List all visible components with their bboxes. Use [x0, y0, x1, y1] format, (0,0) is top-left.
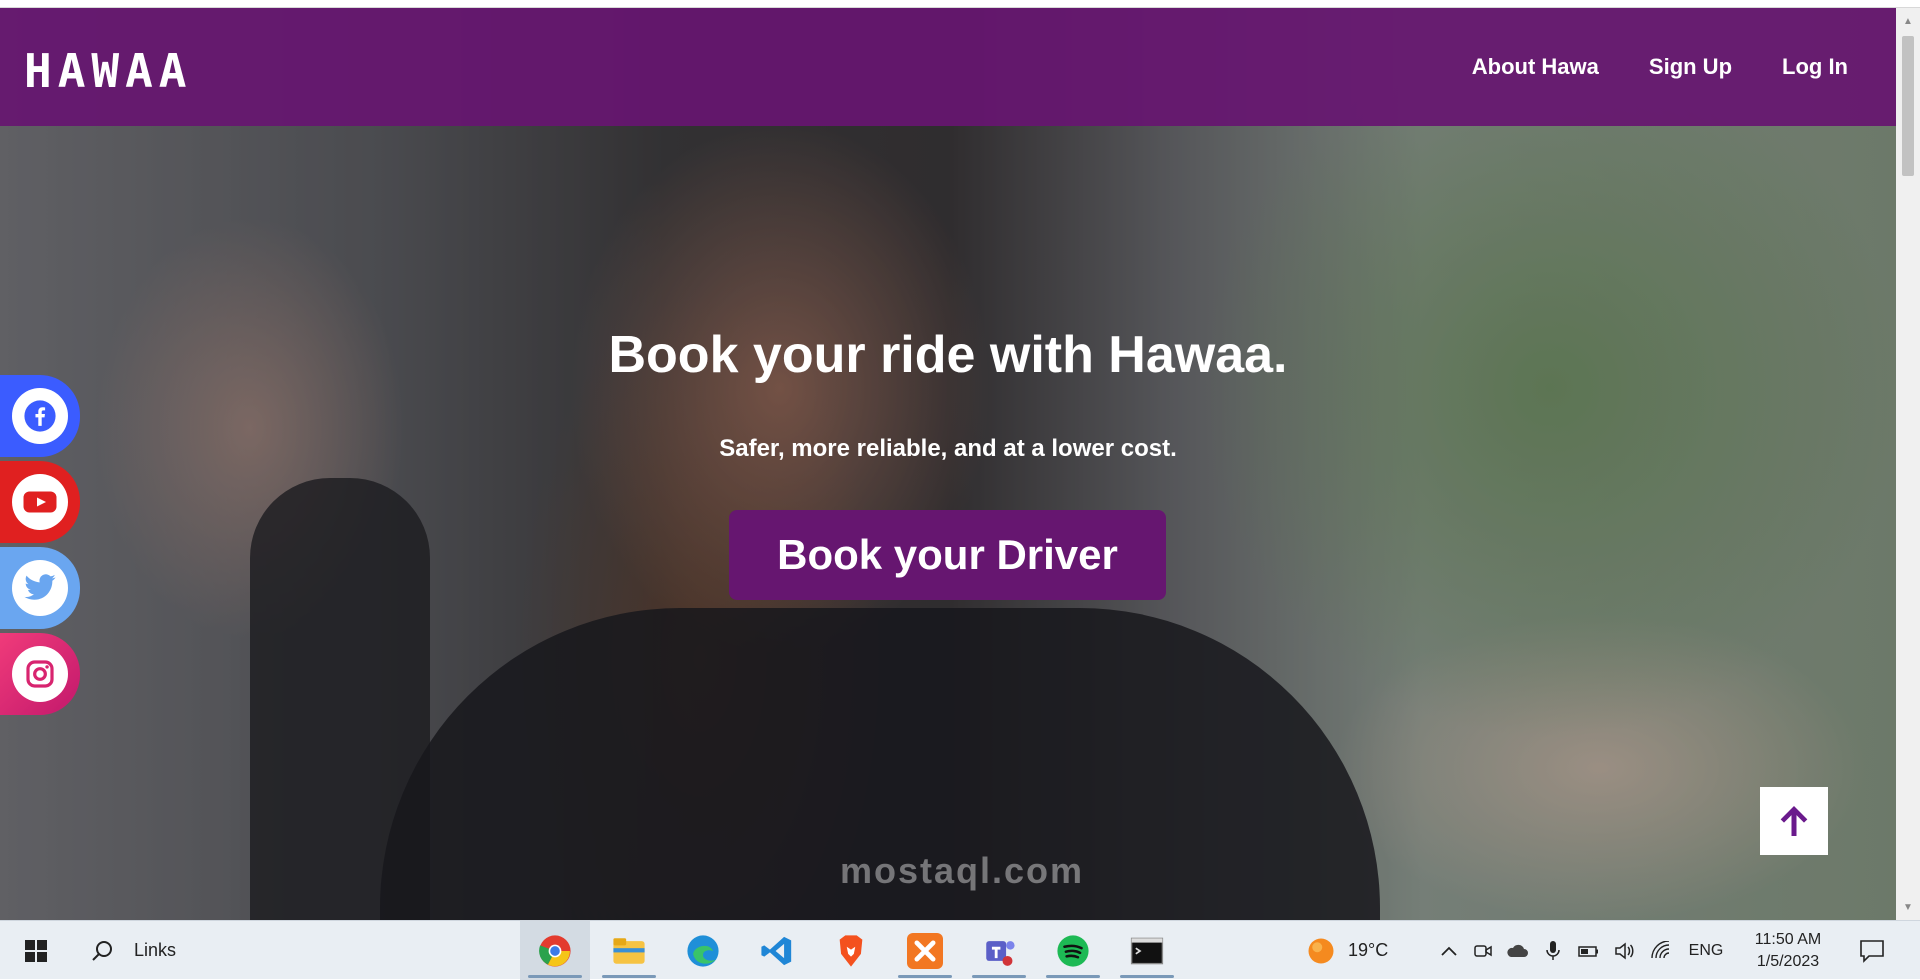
camera-icon [1474, 944, 1492, 957]
chrome-icon [537, 933, 573, 969]
back-to-top-button[interactable] [1760, 787, 1828, 855]
taskbar-app-vscode[interactable] [742, 921, 812, 980]
terminal-icon [1129, 933, 1165, 969]
scroll-down-arrow-icon[interactable]: ▼ [1902, 902, 1914, 914]
watermark-text: mostaql.com [840, 850, 1085, 891]
scroll-up-arrow-icon[interactable]: ▲ [1902, 16, 1914, 28]
clock-date: 1/5/2023 [1756, 952, 1820, 970]
nav-login-link[interactable]: Log In [1782, 54, 1848, 80]
tray-volume-button[interactable] [1610, 921, 1640, 980]
taskbar-app-chrome[interactable] [520, 921, 590, 980]
wifi-icon [1651, 940, 1670, 958]
taskbar-app-xampp[interactable] [890, 921, 960, 980]
search-label: Links [134, 940, 177, 960]
open-indicator [602, 975, 656, 978]
scroll-thumb[interactable] [1902, 36, 1914, 176]
taskbar-search[interactable]: Links [90, 921, 220, 980]
twitter-icon [12, 560, 68, 616]
battery-icon [1578, 945, 1598, 957]
browser-viewport: HAWAA About Hawa Sign Up Log In Book you… [0, 0, 1920, 980]
teams-icon [981, 933, 1017, 969]
start-button[interactable] [14, 921, 58, 980]
page-scrollbar[interactable]: ▲ ▼ [1896, 8, 1920, 920]
clock-time: 11:50 AM [1754, 930, 1822, 948]
social-instagram-button[interactable] [0, 633, 80, 715]
brave-icon [833, 933, 869, 969]
nav-links: About Hawa Sign Up Log In [1472, 54, 1848, 80]
book-driver-button[interactable]: Book your Driver [729, 510, 1166, 600]
language-indicator: ENG [1688, 941, 1724, 959]
tray-language-button[interactable]: ENG [1684, 921, 1728, 980]
tray-battery-button[interactable] [1574, 921, 1604, 980]
spotify-icon [1055, 933, 1091, 969]
hero-overlay [0, 8, 1896, 920]
hero-background [0, 8, 1896, 920]
youtube-icon [12, 474, 68, 530]
taskbar-app-terminal[interactable] [1112, 921, 1182, 980]
hero-subtitle: Safer, more reliable, and at a lower cos… [719, 435, 1177, 462]
taskbar-app-teams[interactable] [964, 921, 1034, 980]
notification-icon [1860, 939, 1884, 963]
file-explorer-icon [611, 933, 647, 969]
nav-signup-link[interactable]: Sign Up [1649, 54, 1732, 80]
navbar: HAWAA About Hawa Sign Up Log In [0, 8, 1896, 126]
vscode-icon [759, 933, 795, 969]
taskbar-app-spotify[interactable] [1038, 921, 1108, 980]
taskbar-app-explorer[interactable] [594, 921, 664, 980]
open-indicator [1120, 975, 1174, 978]
weather-sun-icon [1308, 938, 1334, 963]
tray-onedrive-button[interactable] [1502, 921, 1532, 980]
xampp-icon [907, 932, 943, 969]
social-facebook-button[interactable] [0, 375, 80, 457]
notification-center-button[interactable] [1852, 921, 1892, 980]
weather-widget[interactable]: 19°C [1306, 921, 1416, 980]
volume-icon [1615, 941, 1634, 960]
active-indicator [528, 975, 582, 978]
tray-clock[interactable]: 11:50 AM 1/5/2023 [1740, 921, 1836, 980]
search-icon [92, 940, 112, 961]
microphone-icon [1546, 940, 1560, 960]
open-indicator [1046, 975, 1100, 978]
tray-microphone-button[interactable] [1538, 921, 1568, 980]
social-twitter-button[interactable] [0, 547, 80, 629]
site-logo[interactable]: HAWAA [24, 44, 192, 98]
arrow-up-icon [1780, 806, 1808, 836]
tray-expand-button[interactable] [1434, 921, 1464, 980]
chevron-up-icon [1441, 946, 1457, 956]
tray-meet-button[interactable] [1468, 921, 1498, 980]
weather-temp: 19°C [1348, 940, 1389, 960]
facebook-icon [12, 388, 68, 444]
open-indicator [972, 975, 1026, 978]
cloud-icon [1507, 944, 1528, 957]
edge-icon [685, 933, 721, 969]
browser-top-edge [0, 0, 1920, 8]
social-youtube-button[interactable] [0, 461, 80, 543]
hero-title: Book your ride with Hawaa. [608, 326, 1288, 384]
open-indicator [898, 975, 952, 978]
windows-taskbar: Links 19°C ENG 11:50 AM 1/5/2023 [0, 920, 1920, 980]
taskbar-app-brave[interactable] [816, 921, 886, 980]
nav-about-link[interactable]: About Hawa [1472, 54, 1599, 80]
tray-wifi-button[interactable] [1646, 921, 1676, 980]
taskbar-app-edge[interactable] [668, 921, 738, 980]
instagram-icon [12, 646, 68, 702]
windows-logo-icon [25, 939, 47, 962]
